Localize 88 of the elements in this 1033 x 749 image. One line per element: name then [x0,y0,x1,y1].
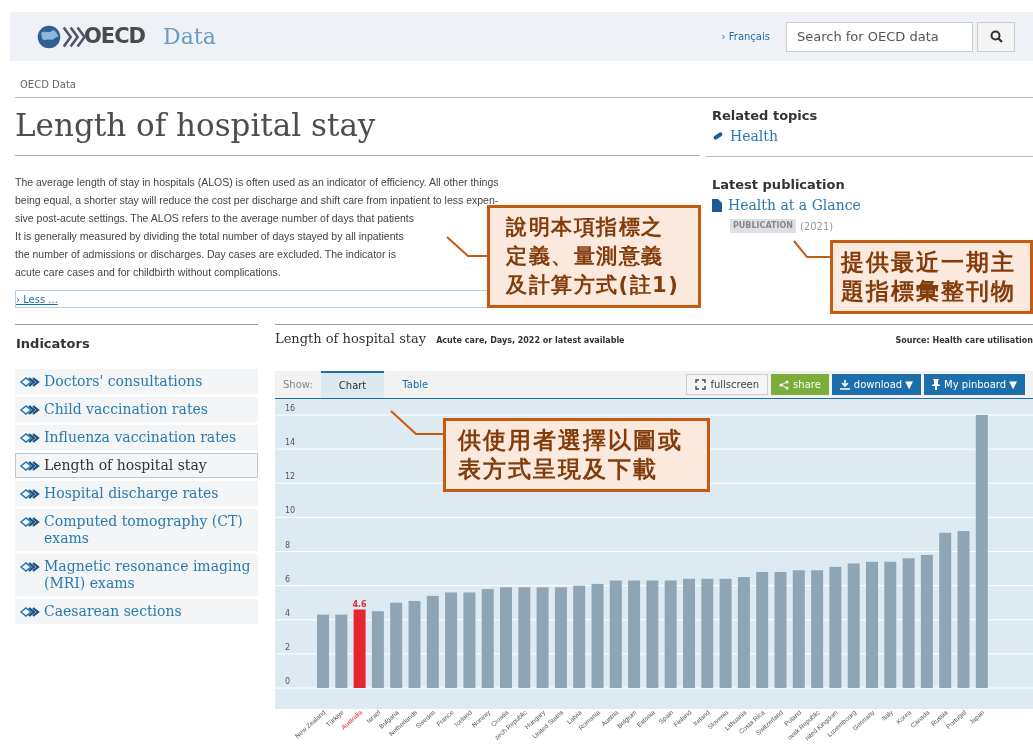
description-line: being equal, a shorter stay will reduce the cost per discharge and shift care from inpatient to less expen- [15,193,499,208]
double-chevron-icon [20,607,40,617]
show-label: Show: [283,378,313,392]
bandage-icon [712,131,724,141]
bar[interactable] [335,614,348,688]
leader-line [390,410,444,438]
download-icon [839,379,850,390]
publication-year: (2021) [799,219,834,234]
bar[interactable] [500,587,512,688]
page-title: Length of hospital stay [15,106,377,145]
search-field[interactable]: Search for OECD data [786,21,973,52]
pinboard-button[interactable]: My pinboard ▼ [924,374,1025,395]
description-line: It is generally measured by dividing the total number of days stayed by all inpatients [15,229,404,244]
callout-box: 提供最近一期主題指標彙整刊物 [830,240,1033,314]
double-chevron-icon [20,377,40,387]
chart-source: Source: Health care utilisation [895,335,1033,347]
indicator-item[interactable]: Doctors' consultations [15,369,258,394]
bar[interactable] [317,614,329,688]
view-tab[interactable]: Table [384,371,447,398]
leader-line [446,236,490,260]
view-tab[interactable]: Chart [320,371,385,398]
double-chevron-icon [20,517,40,527]
share-icon [779,379,790,390]
y-tick-label: 16 [285,404,296,413]
indicator-item[interactable]: Influenza vaccination rates [15,425,258,450]
breadcrumb[interactable]: OECD Data [20,79,76,90]
double-chevron-icon [20,433,40,443]
bar[interactable] [683,578,695,688]
chart-subtitle: Acute care, Days, 2022 or latest available [436,335,625,347]
double-chevron-icon [20,562,40,572]
y-tick-label: 4 [285,608,291,618]
y-tick-label: 8 [285,540,291,550]
y-tick-label: 6 [285,574,291,584]
less-link[interactable]: › Less ... [16,291,58,307]
y-tick-label: 14 [285,438,296,448]
indicator-item[interactable]: Length of hospital stay [15,453,258,478]
chart-title: Length of hospital stay [275,330,427,348]
pin-icon [932,379,941,390]
bar[interactable] [829,566,842,688]
share-button[interactable]: share [771,374,829,395]
download-button[interactable]: download ▼ [831,374,922,395]
indicator-item[interactable]: Child vaccination rates [15,397,258,422]
y-tick-label: 10 [285,506,296,516]
fullscreen-button[interactable]: fullscreen [686,374,769,395]
bar[interactable] [573,585,586,688]
double-chevron-icon [20,461,40,471]
leader-line [793,240,833,260]
topic-link[interactable]: Health [712,125,1033,147]
bar[interactable] [811,570,824,688]
related-topics-heading: Related topics [712,107,819,125]
y-tick-label: 0 [285,677,291,686]
value-label: 4.6 [352,599,367,609]
expand-icon [695,379,707,390]
bar[interactable] [939,532,952,688]
description-line: acute care cases and for childbirth without complications. [15,265,281,280]
indicator-item[interactable]: Caesarean sections [15,599,258,624]
publication-badge: PUBLICATION [730,219,796,233]
bar[interactable] [646,580,659,688]
bar[interactable] [463,592,476,688]
description-line: sive post-acute settings. The ALOS refers to the average number of days that patients [15,211,415,226]
description-line: The average length of stay in hospitals (ALOS) is often used as an indicator of efficiency. All other things [15,175,499,190]
double-chevron-icon [20,489,40,499]
bar[interactable] [518,587,531,688]
bar[interactable] [628,580,641,688]
callout-box: 說明本項指標之定義、量測意義及計算方式(註1) [487,205,701,308]
indicator-item[interactable]: Computed tomography (CT) exams [15,509,258,551]
bar[interactable] [701,578,714,688]
callout-box: 供使用者選擇以圖或表方式呈現及下載 [443,418,710,492]
publication-link[interactable]: Health at a Glance [712,194,1033,216]
y-tick-label: 12 [285,472,296,482]
section-title: Data [163,23,216,51]
double-chevron-icon [20,405,40,415]
y-tick-label: 2 [285,642,291,652]
latest-publication-heading: Latest publication [712,176,846,194]
bar[interactable] [390,602,403,688]
indicator-item[interactable]: Hospital discharge rates [15,481,258,506]
bar[interactable] [884,561,897,688]
document-icon [712,198,722,212]
bar[interactable] [866,561,878,688]
description-line: the number of admissions or discharges. Day cases are excluded. The indicator is [15,247,396,262]
bar[interactable] [445,592,458,688]
language-link[interactable]: › Français [721,29,770,44]
indicators-heading: Indicators [15,335,91,353]
bar[interactable] [756,572,769,688]
indicator-item[interactable]: Magnetic resonance imaging (MRI) exams [15,554,258,596]
search-icon [989,30,1003,43]
logo-text: OECD [84,22,146,50]
search-button[interactable] [977,21,1015,52]
